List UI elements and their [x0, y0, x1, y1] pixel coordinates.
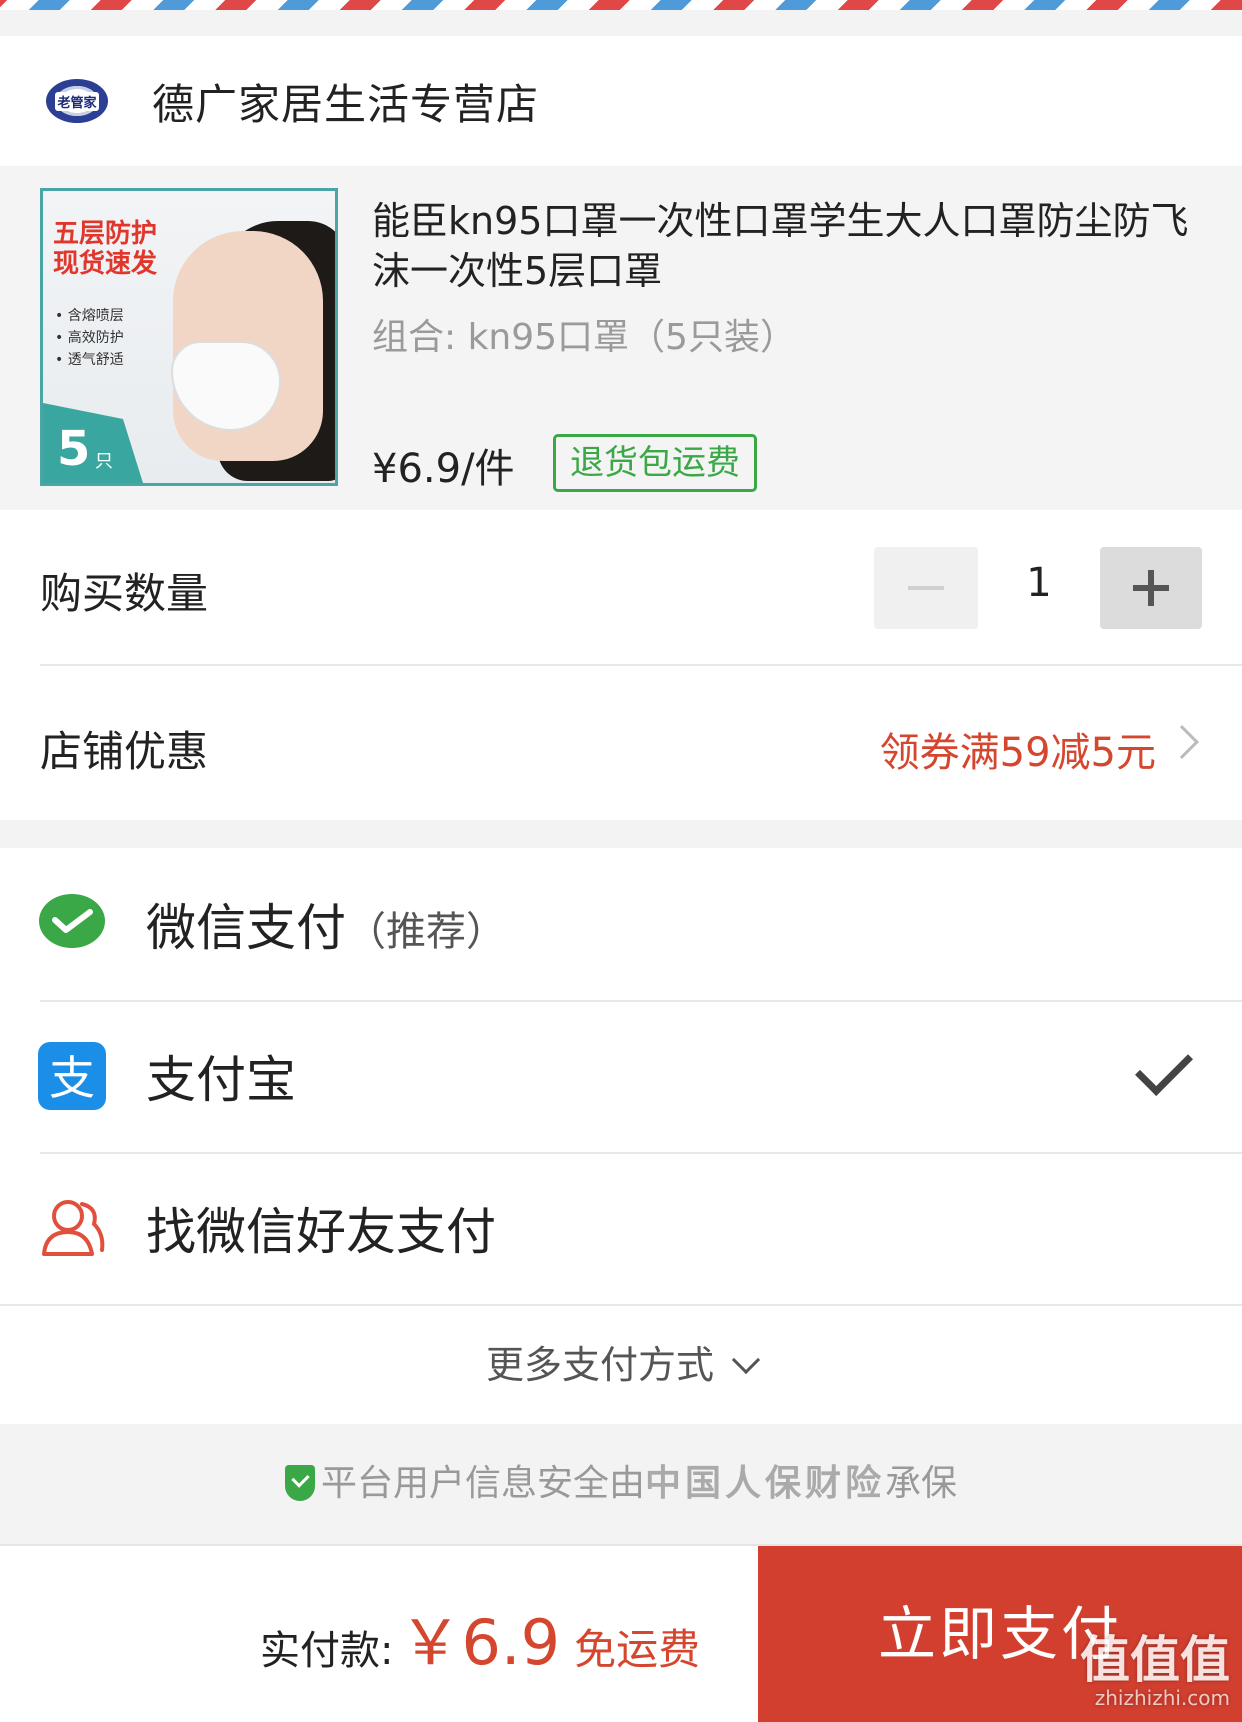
friends-icon: [42, 1200, 105, 1256]
chevron-right-icon: [1165, 725, 1199, 759]
payment-methods: 微信支付（推荐） 支 支付宝 找微信好友支付 更多支付方式: [0, 848, 1242, 1424]
insurance-notice: 平台用户信息安全由中国人保财险承保: [0, 1424, 1242, 1544]
store-logo-text: 老管家: [55, 91, 99, 111]
product-image-headline: 五层防护 现货速发: [53, 219, 157, 279]
product-image-bullet: • 透气舒适: [55, 352, 124, 368]
svg-text:支: 支: [49, 1051, 95, 1105]
store-name[interactable]: 德广家居生活专营店: [152, 71, 539, 132]
product-image-count: 5: [57, 421, 91, 477]
plus-icon-vertical: [1148, 570, 1154, 606]
product-price: ¥6.9/件: [372, 446, 515, 492]
chevron-down-icon: [731, 1345, 761, 1375]
total-label: 实付款:: [260, 1628, 394, 1674]
product-image-headline-1: 五层防护: [53, 219, 158, 249]
return-shipping-tag: 退货包运费: [553, 434, 757, 492]
airmail-border: [0, 0, 1242, 10]
payment-option-wechat[interactable]: 微信支付（推荐）: [0, 848, 1242, 1000]
quantity-label: 购买数量: [40, 569, 209, 618]
total-amount: ￥6.9: [399, 1606, 561, 1679]
alipay-icon: 支: [38, 1042, 106, 1110]
product-image-bullet: • 高效防护: [55, 330, 124, 346]
top-gap: [0, 10, 1242, 36]
payment-option-label: 微信支付（推荐）: [146, 899, 506, 957]
shield-check-icon: [284, 1465, 315, 1501]
wechat-pay-icon: [39, 894, 105, 948]
quantity-value[interactable]: 1: [978, 560, 1100, 606]
more-payment-methods[interactable]: 更多支付方式: [0, 1306, 1242, 1424]
product-title[interactable]: 能臣kn95口罩一次性口罩学生大人口罩防尘防飞沫一次性5层口罩: [372, 196, 1202, 296]
quantity-increase-button[interactable]: [1100, 547, 1202, 629]
store-coupon-row[interactable]: 店铺优惠 领券满59减5元: [0, 666, 1242, 820]
product-combo: 组合: kn95口罩（5只装）: [372, 317, 796, 358]
product-image-bullet: • 含熔喷层: [55, 308, 124, 324]
payment-option-recommended: （推荐）: [346, 909, 506, 955]
watermark-logo: 值值值: [1080, 1631, 1230, 1689]
store-header[interactable]: 老管家 德广家居生活专营店: [0, 36, 1242, 166]
product-image-headline-2: 现货速发: [53, 249, 158, 279]
coupon-value[interactable]: 领券满59减5元: [880, 720, 1156, 778]
selected-check-icon: [1135, 1038, 1193, 1096]
more-payment-label: 更多支付方式: [485, 1343, 714, 1387]
watermark-site: zhizhizhi.com: [1094, 1686, 1230, 1710]
payment-option-label: 找微信好友支付: [146, 1203, 496, 1261]
site-watermark: 值值值 zhizhizhi.com: [1080, 1634, 1230, 1710]
coupon-label: 店铺优惠: [40, 727, 209, 776]
product-image-count-badge: 5 只: [43, 403, 143, 483]
product-card: 五层防护 现货速发 • 含熔喷层 • 高效防护 • 透气舒适 5 只 能臣kn9…: [0, 166, 1242, 510]
insurance-suffix: 承保: [885, 1463, 958, 1504]
free-shipping-label: 免运费: [574, 1625, 701, 1674]
product-image-count-unit: 只: [95, 451, 113, 472]
quantity-row: 购买数量 1: [0, 510, 1242, 666]
quantity-decrease-button[interactable]: [874, 547, 978, 629]
insurance-brand: 中国人保财险: [644, 1463, 885, 1504]
product-image[interactable]: 五层防护 现货速发 • 含熔喷层 • 高效防护 • 透气舒适 5 只: [40, 188, 338, 486]
payment-option-friend[interactable]: 找微信好友支付: [0, 1152, 1242, 1304]
payment-option-label: 支付宝: [146, 1051, 296, 1109]
payment-option-alipay[interactable]: 支 支付宝: [0, 1000, 1242, 1152]
product-image-bullets: • 含熔喷层 • 高效防护 • 透气舒适: [55, 305, 124, 371]
checkout-bar: 实付款:￥6.9 免运费 立即支付 值值值 zhizhizhi.com: [0, 1544, 1242, 1722]
minus-icon: [908, 586, 944, 590]
total-payment: 实付款:￥6.9 免运费: [260, 1592, 700, 1682]
store-logo: 老管家: [46, 79, 108, 123]
insurance-prefix: 平台用户信息安全由: [320, 1463, 645, 1504]
